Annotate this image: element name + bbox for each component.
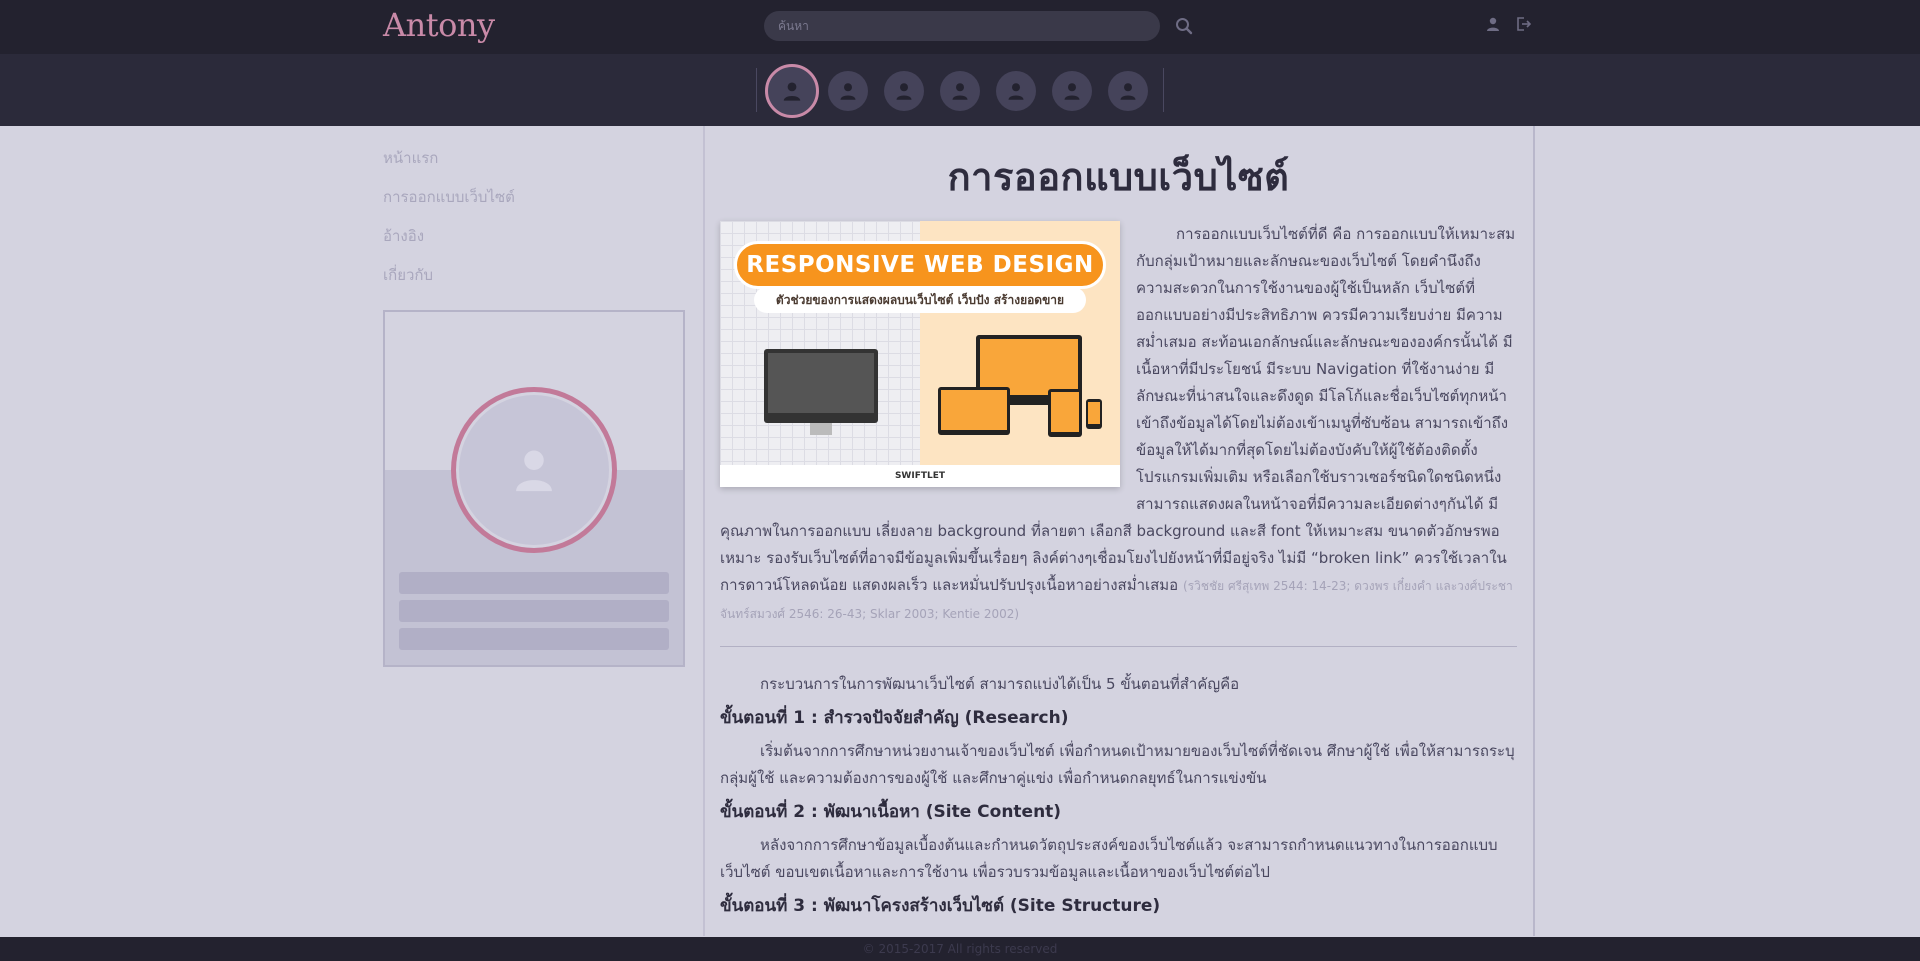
user-icon — [896, 83, 912, 100]
profile-placeholder-line-3 — [399, 628, 669, 650]
strip-avatar-2[interactable] — [828, 71, 868, 111]
section-divider — [720, 646, 1517, 647]
step-1-body: เริ่มต้นจากการศึกษาหน่วยงานเจ้าของเว็บไซ… — [720, 742, 1515, 787]
hero-image: RESPONSIVE WEB DESIGN ตัวช่วยของการแสดงผ… — [720, 221, 1120, 487]
user-icon — [783, 82, 801, 101]
step-3-title: ขั้นตอนที่ 3 : พัฒนาโครงสร้างเว็บไซต์ (S… — [720, 896, 1161, 916]
hero-banner: RESPONSIVE WEB DESIGN — [734, 241, 1106, 289]
sidebar-item-about[interactable]: เกี่ยวกับ — [383, 265, 515, 304]
process-intro: กระบวนการในการพัฒนาเว็บไซต์ สามารถแบ่งได… — [760, 675, 1240, 693]
strip-avatar-5[interactable] — [996, 71, 1036, 111]
profile-card — [383, 310, 685, 667]
step-2-body: หลังจากการศึกษาข้อมูลเบื้องต้นและกำหนดวั… — [720, 836, 1498, 881]
strip-divider-left — [756, 68, 757, 112]
user-icon — [1064, 83, 1080, 100]
page-title: การออกแบบเว็บไซต์ — [947, 155, 1290, 199]
search-input[interactable] — [764, 11, 1160, 41]
user-icon — [840, 83, 856, 100]
strip-avatar-7[interactable] — [1108, 71, 1148, 111]
profile-button[interactable] — [1485, 16, 1505, 36]
search-icon — [1176, 18, 1193, 35]
column-divider-left — [703, 126, 705, 936]
avatar-strip — [0, 54, 1920, 126]
hero-subtitle: ตัวช่วยของการแสดงผลบนเว็บไซต์ เว็บปัง สร… — [754, 287, 1086, 313]
user-icon — [516, 450, 552, 492]
avatar[interactable] — [451, 387, 617, 553]
user-icon — [1008, 83, 1024, 100]
strip-avatar-4[interactable] — [940, 71, 980, 111]
logout-icon — [1517, 17, 1532, 31]
monitor-stand — [810, 423, 832, 435]
column-divider-right — [1533, 126, 1535, 936]
profile-placeholder-line-1 — [399, 572, 669, 594]
phone-illustration — [1086, 399, 1102, 429]
monitor-illustration — [764, 349, 878, 423]
strip-divider-right — [1163, 68, 1164, 112]
laptop-illustration — [938, 387, 1010, 435]
hero-footer-logo: SWIFTLET — [720, 465, 1120, 487]
logout-button[interactable] — [1515, 16, 1535, 36]
user-icon — [1487, 17, 1499, 31]
strip-avatar-3[interactable] — [884, 71, 924, 111]
page-footer: © 2015-2017 All rights reserved — [0, 937, 1920, 961]
sidebar-item-references[interactable]: อ้างอิง — [383, 226, 515, 265]
profile-placeholder-line-2 — [399, 600, 669, 622]
step-2-title: ขั้นตอนที่ 2 : พัฒนาเนื้อหา (Site Conten… — [720, 802, 1062, 822]
user-icon — [1120, 83, 1136, 100]
search-button[interactable] — [1172, 14, 1196, 38]
sidebar-item-home[interactable]: หน้าแรก — [383, 148, 515, 187]
sidebar-nav: หน้าแรก การออกแบบเว็บไซต์ อ้างอิง เกี่ยว… — [383, 148, 515, 304]
strip-avatar-1[interactable] — [765, 64, 819, 118]
step-1-title: ขั้นตอนที่ 1 : สำรวจปัจจัยสำคัญ (Researc… — [720, 708, 1069, 728]
brand-logo[interactable]: Antony — [383, 6, 495, 44]
article: การออกแบบเว็บไซต์ RESPONSIVE WEB DESIGN … — [720, 126, 1517, 926]
user-icon — [952, 83, 968, 100]
top-navbar: Antony — [0, 0, 1920, 54]
strip-avatar-6[interactable] — [1052, 71, 1092, 111]
sidebar-item-web-design[interactable]: การออกแบบเว็บไซต์ — [383, 187, 515, 226]
tablet-illustration — [1048, 389, 1082, 437]
